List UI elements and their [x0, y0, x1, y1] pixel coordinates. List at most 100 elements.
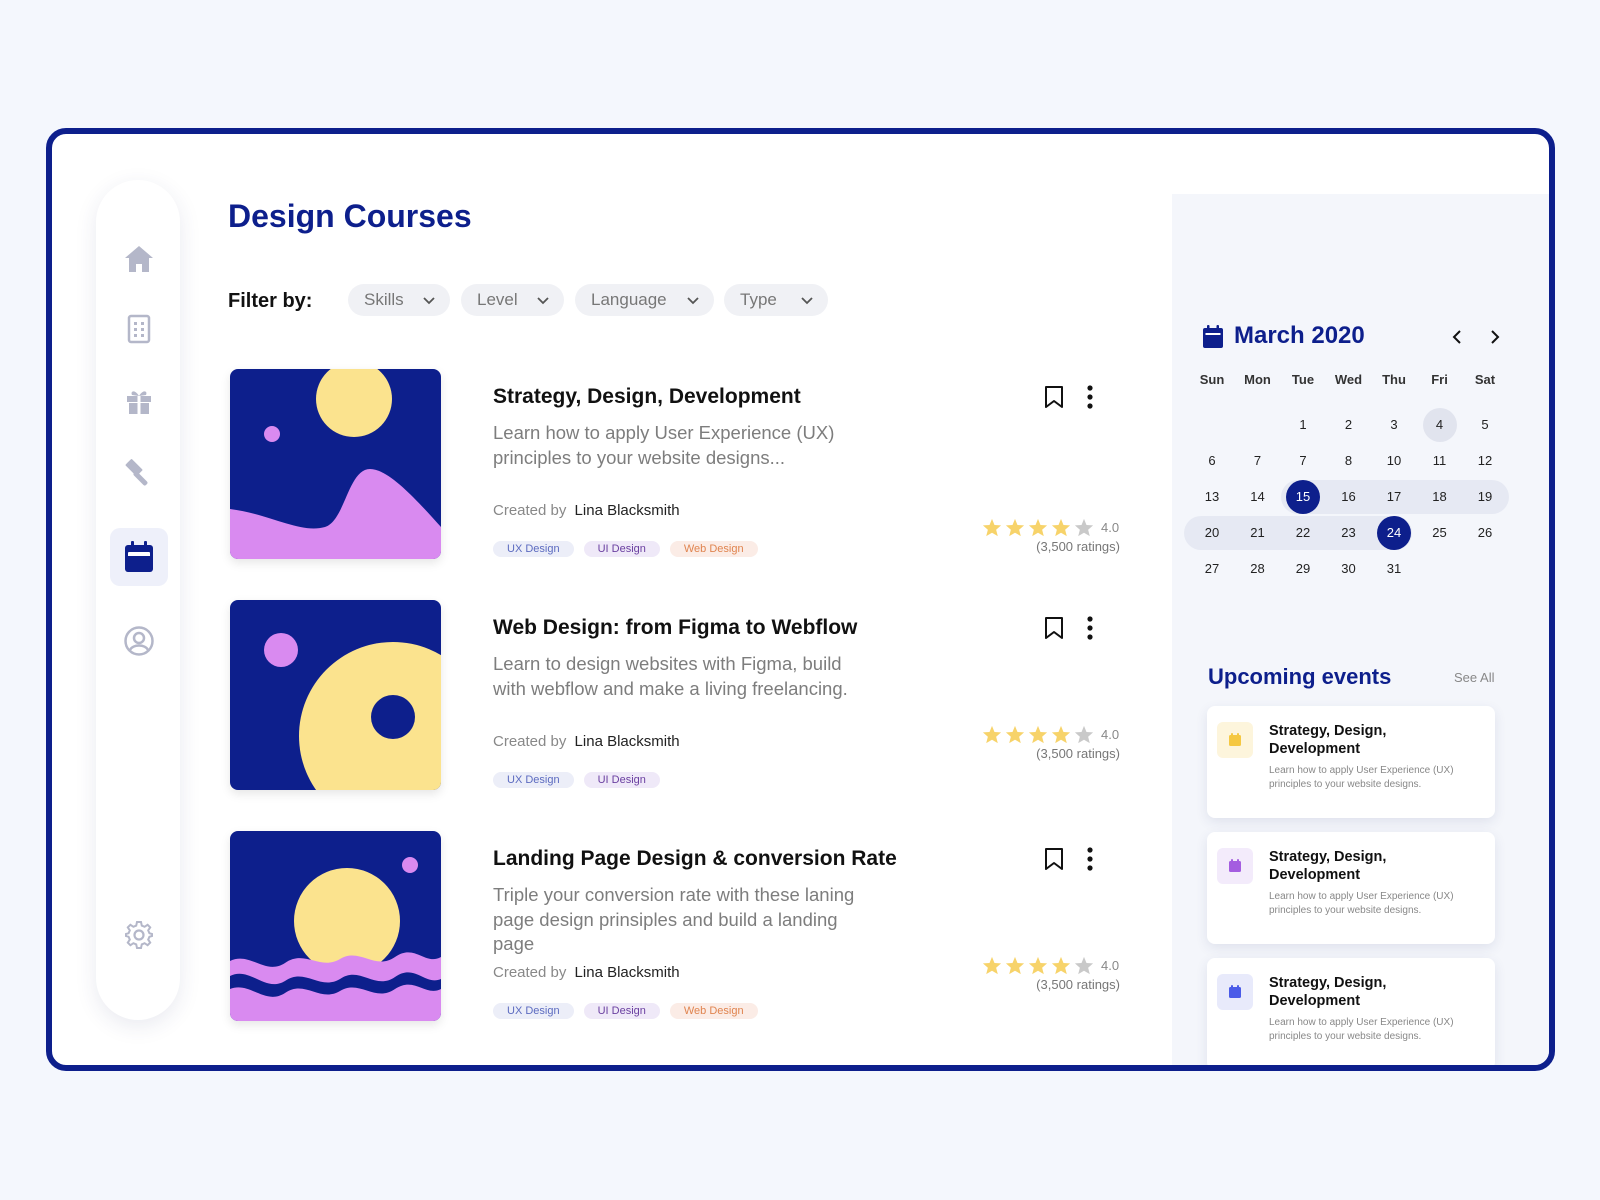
calendar-day[interactable]: 11: [1423, 444, 1457, 478]
star-icon: [1074, 725, 1094, 744]
calendar-day[interactable]: 24: [1377, 516, 1411, 550]
sidebar-item-gifts[interactable]: [110, 372, 168, 430]
calendar-day[interactable]: 30: [1332, 552, 1366, 586]
weekday-label: Sun: [1199, 372, 1225, 387]
bookmark-icon[interactable]: [1044, 385, 1064, 409]
sidebar-item-home[interactable]: [110, 230, 168, 288]
event-card[interactable]: Strategy, Design, Development Learn how …: [1207, 706, 1495, 818]
tag-ui-design[interactable]: UI Design: [583, 541, 660, 557]
course-thumbnail[interactable]: [230, 831, 441, 1021]
filter-level-label: Level: [477, 290, 518, 309]
tag-ux-design[interactable]: UX Design: [493, 772, 574, 788]
calendar-day[interactable]: 6: [1195, 444, 1229, 478]
course-card[interactable]: Landing Page Design & conversion Rate Tr…: [230, 831, 1150, 1021]
sidebar-item-profile[interactable]: [110, 612, 168, 670]
calendar-day[interactable]: 1: [1286, 408, 1320, 442]
event-title: Strategy, Design, Development: [1269, 723, 1387, 757]
filter-level[interactable]: Level: [461, 284, 564, 316]
star-icon: [982, 518, 1002, 537]
bookmark-icon[interactable]: [1044, 616, 1064, 640]
see-all-link[interactable]: See All: [1454, 670, 1494, 685]
tag-web-design[interactable]: Web Design: [669, 541, 758, 557]
calendar-day[interactable]: 3: [1377, 408, 1411, 442]
star-icon: [1051, 725, 1071, 744]
filter-type-label: Type: [740, 290, 777, 309]
star-icon: [1005, 956, 1025, 975]
rating-stars: 4.0: [982, 518, 1119, 537]
creator-label: Created by: [493, 964, 567, 981]
calendar-day[interactable]: 12: [1468, 444, 1502, 478]
chevron-right-icon[interactable]: [1488, 329, 1502, 345]
calendar-day[interactable]: 8: [1332, 444, 1366, 478]
tag-web-design[interactable]: Web Design: [669, 1003, 758, 1019]
event-card[interactable]: Strategy, Design, Development Learn how …: [1207, 832, 1495, 944]
event-card[interactable]: Strategy, Design, Development Learn how …: [1207, 958, 1495, 1065]
bookmark-icon[interactable]: [1044, 847, 1064, 871]
more-vertical-icon[interactable]: [1086, 616, 1094, 640]
calendar-day[interactable]: 26: [1468, 516, 1502, 550]
calendar-day[interactable]: 5: [1468, 408, 1502, 442]
chevron-left-icon[interactable]: [1450, 329, 1464, 345]
calendar-day[interactable]: 16: [1332, 480, 1366, 514]
filter-skills[interactable]: Skills: [348, 284, 450, 316]
rating-stars: 4.0: [982, 725, 1119, 744]
calendar-day[interactable]: 7: [1286, 444, 1320, 478]
more-vertical-icon[interactable]: [1086, 385, 1094, 409]
calendar-day[interactable]: 10: [1377, 444, 1411, 478]
course-creator: Created by Lina Blacksmith: [493, 502, 680, 519]
calendar-day[interactable]: 4: [1422, 408, 1457, 442]
course-title[interactable]: Web Design: from Figma to Webflow: [493, 616, 857, 640]
tag-ux-design[interactable]: UX Design: [493, 1003, 574, 1019]
calendar-day[interactable]: 29: [1286, 552, 1320, 586]
tag-ux-design[interactable]: UX Design: [493, 541, 574, 557]
calendar-day[interactable]: 17: [1377, 480, 1411, 514]
sidebar-item-tools[interactable]: [110, 442, 168, 500]
event-title: Strategy, Design, Development: [1269, 975, 1387, 1009]
calendar-icon: [125, 541, 153, 572]
gear-icon: [125, 921, 153, 949]
sidebar-item-calendar[interactable]: [110, 528, 168, 586]
rating-value: 4.0: [1101, 520, 1120, 535]
star-icon: [1074, 956, 1094, 975]
course-title[interactable]: Landing Page Design & conversion Rate: [493, 847, 897, 871]
more-vertical-icon[interactable]: [1086, 847, 1094, 871]
calendar-day[interactable]: 19: [1468, 480, 1502, 514]
creator-name: Lina Blacksmith: [574, 733, 680, 750]
calendar-day[interactable]: 21: [1241, 516, 1275, 550]
star-icon: [982, 725, 1002, 744]
weekday-label: Tue: [1291, 372, 1315, 387]
calendar-day[interactable]: 18: [1423, 480, 1457, 514]
calendar-day[interactable]: 31: [1377, 552, 1411, 586]
filter-label: Filter by:: [228, 290, 313, 312]
filter-language[interactable]: Language: [575, 284, 714, 316]
course-creator: Created by Lina Blacksmith: [493, 964, 680, 981]
calendar-day[interactable]: 13: [1195, 480, 1229, 514]
calendar-day[interactable]: 20: [1195, 516, 1229, 550]
filter-language-label: Language: [591, 290, 667, 309]
course-card[interactable]: Strategy, Design, Development Learn how …: [230, 369, 1150, 559]
course-thumbnail[interactable]: [230, 600, 441, 790]
star-icon: [1028, 725, 1048, 744]
sidebar-item-documents[interactable]: [110, 300, 168, 358]
calendar-day[interactable]: 14: [1241, 480, 1275, 514]
tag-ui-design[interactable]: UI Design: [583, 1003, 660, 1019]
star-icon: [1005, 725, 1025, 744]
tag-ui-design[interactable]: UI Design: [583, 772, 660, 788]
calendar-day[interactable]: 27: [1195, 552, 1229, 586]
course-card[interactable]: Web Design: from Figma to Webflow Learn …: [230, 600, 1150, 790]
calendar-day[interactable]: 25: [1423, 516, 1457, 550]
sidebar-item-settings[interactable]: [110, 906, 168, 964]
calendar-day[interactable]: 22: [1286, 516, 1320, 550]
calendar-day[interactable]: 23: [1332, 516, 1366, 550]
sidebar: [96, 180, 180, 1020]
course-thumbnail[interactable]: [230, 369, 441, 559]
filter-type[interactable]: Type: [724, 284, 828, 316]
calendar-day[interactable]: 7: [1241, 444, 1275, 478]
calendar-day[interactable]: 2: [1332, 408, 1366, 442]
creator-label: Created by: [493, 733, 567, 750]
course-title[interactable]: Strategy, Design, Development: [493, 385, 801, 409]
chevron-down-icon: [537, 297, 549, 305]
calendar-day[interactable]: 28: [1241, 552, 1275, 586]
calendar-day[interactable]: 15: [1286, 480, 1320, 514]
event-icon-box: [1217, 722, 1253, 758]
